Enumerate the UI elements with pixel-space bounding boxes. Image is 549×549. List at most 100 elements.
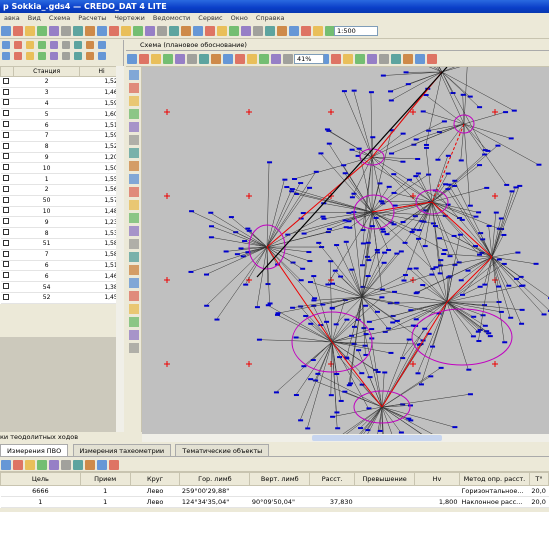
draw-tool-button[interactable] [129, 239, 139, 249]
row-checkbox[interactable] [0, 238, 14, 250]
row-checkbox[interactable] [0, 227, 14, 239]
toolbar-button[interactable] [133, 26, 143, 36]
toolbar-button[interactable] [241, 26, 251, 36]
column-header[interactable]: Метод опр. расст. [458, 472, 530, 486]
scheme-tool-button[interactable] [235, 54, 245, 64]
toolbar-button[interactable] [181, 26, 191, 36]
table-row[interactable]: 9 1,205 [0, 152, 124, 164]
toolbar-button[interactable] [73, 26, 83, 36]
menu-item[interactable]: Схема [45, 13, 74, 24]
draw-tool-button[interactable] [129, 174, 139, 184]
scheme-tool-button[interactable] [403, 54, 413, 64]
panel-tool-button[interactable] [98, 52, 106, 60]
measure-tool-button[interactable] [97, 460, 107, 470]
measure-tool-button[interactable] [37, 460, 47, 470]
toolbar-button[interactable] [25, 26, 35, 36]
draw-tool-button[interactable] [129, 135, 139, 145]
panel-tool-button[interactable] [74, 52, 82, 60]
scheme-tool-button[interactable] [355, 54, 365, 64]
column-header[interactable]: Прием [79, 472, 131, 486]
panel-tool-button[interactable] [38, 41, 46, 49]
measure-tool-button[interactable] [61, 460, 71, 470]
table-row[interactable]: 50 1,570 [0, 195, 124, 207]
scheme-tool-button[interactable] [127, 54, 137, 64]
draw-tool-button[interactable] [129, 96, 139, 106]
draw-tool-button[interactable] [129, 187, 139, 197]
menu-item[interactable]: Вид [24, 13, 45, 24]
toolbar-button[interactable] [61, 26, 71, 36]
draw-tool-button[interactable] [129, 304, 139, 314]
row-checkbox[interactable] [0, 292, 14, 304]
scheme-tool-button[interactable] [331, 54, 341, 64]
toolbar-button[interactable] [217, 26, 227, 36]
measure-tool-button[interactable] [1, 460, 11, 470]
menu-item[interactable]: Окно [227, 13, 252, 24]
scheme-tool-button[interactable] [415, 54, 425, 64]
table-row[interactable]: 3 1,460 [0, 87, 124, 99]
table-row[interactable]: 7 1,590 [0, 130, 124, 142]
scheme-tool-button[interactable] [151, 54, 161, 64]
toolbar-button[interactable] [265, 26, 275, 36]
panel-tool-button[interactable] [74, 41, 82, 49]
scheme-tool-button[interactable] [271, 54, 281, 64]
draw-tool-button[interactable] [129, 83, 139, 93]
row-checkbox[interactable] [0, 152, 14, 164]
table-row[interactable]: 10 1,500 [0, 162, 124, 175]
scheme-tool-button[interactable] [379, 54, 389, 64]
table-row[interactable]: 7 1,580 [0, 249, 124, 261]
panel-tool-button[interactable] [86, 41, 94, 49]
measure-tool-button[interactable] [13, 460, 23, 470]
draw-tool-button[interactable] [129, 330, 139, 340]
menu-item[interactable]: Справка [252, 13, 289, 24]
menu-item[interactable]: Расчеты [74, 13, 110, 24]
scheme-canvas[interactable] [142, 67, 549, 434]
row-checkbox[interactable] [0, 195, 14, 207]
scheme-tool-button[interactable] [211, 54, 221, 64]
toolbar-button[interactable] [37, 26, 47, 36]
row-checkbox[interactable] [0, 141, 14, 153]
toolbar-button[interactable] [85, 26, 95, 36]
toolbar-button[interactable] [13, 26, 23, 36]
table-row[interactable]: 1 1 Лево 124°34'35,04" 90°09'50,04" 37,830 1,8… [0, 496, 549, 508]
row-checkbox[interactable] [0, 130, 14, 142]
column-header[interactable]: Гор. лимб [179, 472, 251, 486]
toolbar-button[interactable] [205, 26, 215, 36]
table-row[interactable]: 2 1,525 [0, 76, 124, 88]
scheme-tool-button[interactable] [247, 54, 257, 64]
toolbar-button[interactable] [289, 26, 299, 36]
panel-tool-button[interactable] [86, 52, 94, 60]
scheme-tool-button[interactable] [199, 54, 209, 64]
table-row[interactable]: 1 1,550 [0, 173, 124, 185]
toolbar-button[interactable] [193, 26, 203, 36]
panel-tool-button[interactable] [14, 52, 22, 60]
scheme-tool-button[interactable] [427, 54, 437, 64]
menu-item[interactable]: Ведомости [149, 13, 194, 24]
scale-select[interactable]: 1:500 [334, 26, 378, 36]
toolbar-button[interactable] [145, 26, 155, 36]
draw-tool-button[interactable] [129, 343, 139, 353]
row-checkbox[interactable] [0, 162, 14, 175]
draw-tool-button[interactable] [129, 148, 139, 158]
panel-tool-button[interactable] [38, 52, 46, 60]
draw-tool-button[interactable] [129, 317, 139, 327]
measure-tool-button[interactable] [73, 460, 83, 470]
row-checkbox[interactable] [0, 76, 14, 88]
scheme-tool-button[interactable] [391, 54, 401, 64]
row-checkbox[interactable] [0, 173, 14, 185]
scheme-tool-button[interactable] [343, 54, 353, 64]
table-row[interactable]: 54 1,380 [0, 281, 124, 293]
toolbar-button[interactable] [109, 26, 119, 36]
toolbar-button[interactable] [313, 26, 323, 36]
panel-tool-button[interactable] [98, 41, 106, 49]
row-checkbox[interactable] [0, 87, 14, 99]
panel-tool-button[interactable] [50, 52, 58, 60]
panel-tool-button[interactable] [62, 52, 70, 60]
table-row[interactable]: 9 1,230 [0, 216, 124, 229]
draw-tool-button[interactable] [129, 200, 139, 210]
stations-scrollbar[interactable] [116, 66, 124, 432]
scheme-tool-button[interactable] [187, 54, 197, 64]
draw-tool-button[interactable] [129, 265, 139, 275]
measure-tool-button[interactable] [49, 460, 59, 470]
toolbar-button[interactable] [121, 26, 131, 36]
column-header[interactable]: T° [528, 472, 549, 486]
